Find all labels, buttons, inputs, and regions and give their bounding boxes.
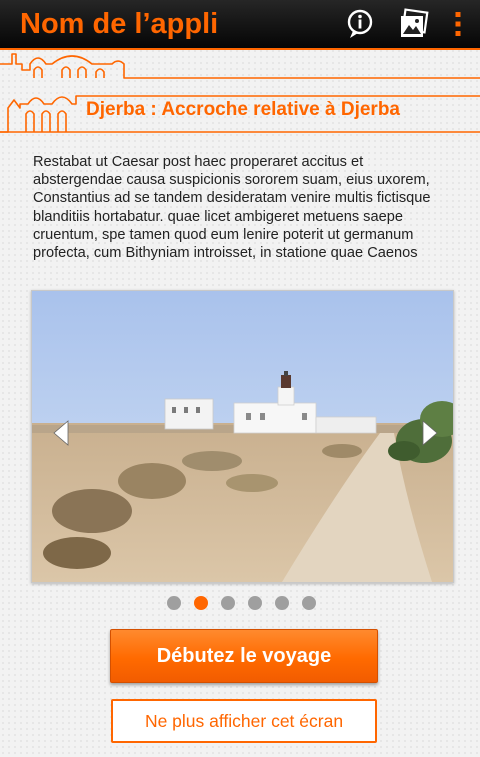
gallery-icon[interactable] [396, 6, 432, 42]
carousel-dot[interactable] [167, 596, 181, 610]
overflow-menu-icon[interactable] [440, 6, 476, 42]
djerba-architecture-outline [0, 53, 480, 133]
destination-description: Restabat ut Caesar post haec properaret … [33, 154, 431, 262]
lighthouse-beach-photo [32, 291, 453, 582]
carousel-dot[interactable] [248, 596, 262, 610]
previous-slide-button[interactable] [50, 419, 74, 447]
chevron-left-icon [53, 420, 69, 446]
info-icon[interactable] [342, 6, 378, 42]
next-slide-button[interactable] [417, 419, 441, 447]
app-title: Nom de l’appli [20, 8, 219, 40]
carousel-dot[interactable] [194, 596, 208, 610]
page-title: Djerba : Accroche relative à Djerba [86, 99, 400, 120]
dont-show-again-button[interactable]: Ne plus afficher cet écran [111, 699, 377, 743]
start-trip-button[interactable]: Débutez le voyage [110, 629, 378, 683]
photo-carousel[interactable] [31, 290, 454, 583]
carousel-pagination [0, 596, 480, 610]
carousel-dot[interactable] [275, 596, 289, 610]
carousel-dot[interactable] [302, 596, 316, 610]
chevron-right-icon [422, 420, 438, 446]
carousel-dot[interactable] [221, 596, 235, 610]
app-bar: Nom de l’appli [0, 0, 480, 48]
